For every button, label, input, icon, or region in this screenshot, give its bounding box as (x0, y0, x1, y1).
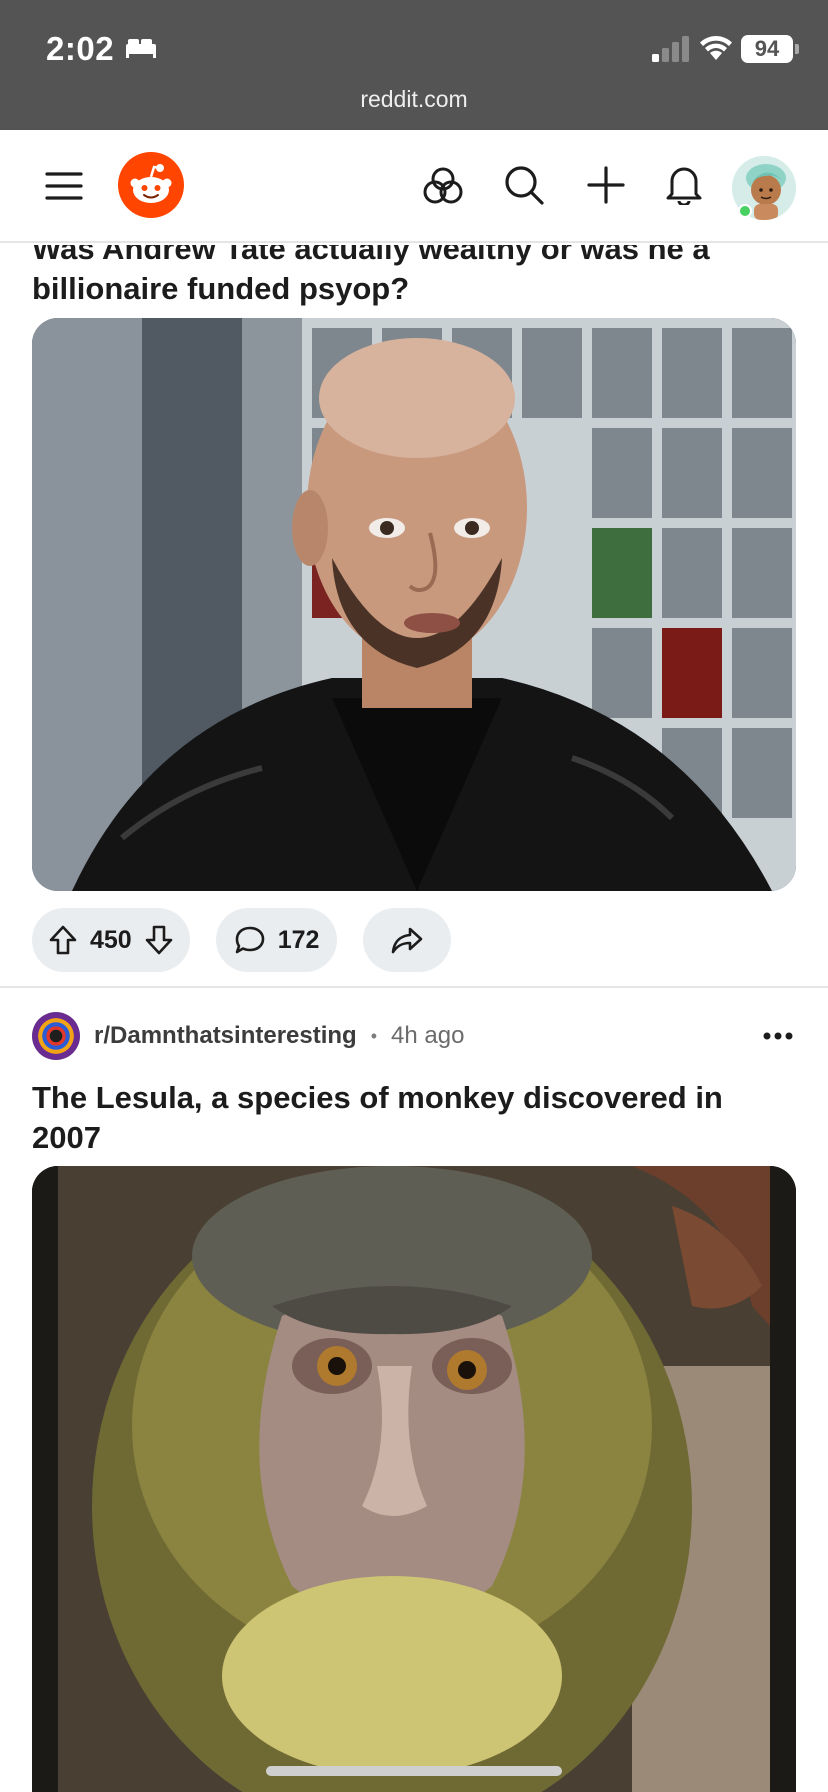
notification-bell-icon[interactable] (662, 161, 706, 207)
reddit-header (0, 130, 828, 243)
upvote-icon[interactable] (48, 924, 78, 956)
post-image[interactable] (32, 318, 796, 891)
online-status-dot (738, 204, 752, 218)
share-button[interactable] (363, 908, 452, 972)
vote-count: 450 (90, 925, 132, 954)
comment-icon (235, 926, 265, 954)
menu-icon[interactable] (40, 164, 88, 208)
post-divider (0, 986, 828, 988)
comments-button[interactable]: 172 (215, 908, 338, 972)
subreddit-name[interactable]: r/Damnthatsinteresting (94, 1022, 357, 1050)
downvote-icon[interactable] (144, 924, 174, 956)
post-time: 4h ago (391, 1022, 465, 1049)
create-post-icon[interactable] (584, 163, 628, 207)
sleep-mode-icon (126, 39, 156, 58)
comment-count: 172 (277, 925, 320, 954)
battery-indicator: 94 (741, 35, 799, 63)
home-indicator[interactable] (266, 1766, 562, 1776)
status-time: 2:02 (46, 30, 115, 67)
wifi-icon (700, 36, 732, 60)
more-options-icon[interactable] (760, 1024, 796, 1048)
post-image[interactable] (32, 1166, 796, 1792)
share-icon (392, 927, 423, 954)
vote-control: 450 (32, 908, 190, 972)
post-action-bar: 450 172 (32, 908, 452, 972)
post-1-title-container: Was Andrew Tate actually wealthy or was … (0, 245, 828, 315)
meta-separator: • (370, 1025, 378, 1046)
url-bar[interactable]: reddit.com (0, 86, 828, 113)
cellular-signal-icon (652, 36, 689, 62)
explore-icon[interactable] (420, 163, 466, 209)
reddit-logo[interactable] (118, 152, 184, 218)
search-icon[interactable] (502, 163, 546, 207)
subreddit-avatar[interactable] (32, 1012, 80, 1060)
post-title[interactable]: Was Andrew Tate actually wealthy or was … (32, 245, 792, 309)
post-title[interactable]: The Lesula, a species of monkey discover… (32, 1078, 796, 1158)
status-bar: 2:02 94 reddit.com (0, 0, 828, 130)
post-meta: r/Damnthatsinteresting • 4h ago (32, 1012, 464, 1060)
